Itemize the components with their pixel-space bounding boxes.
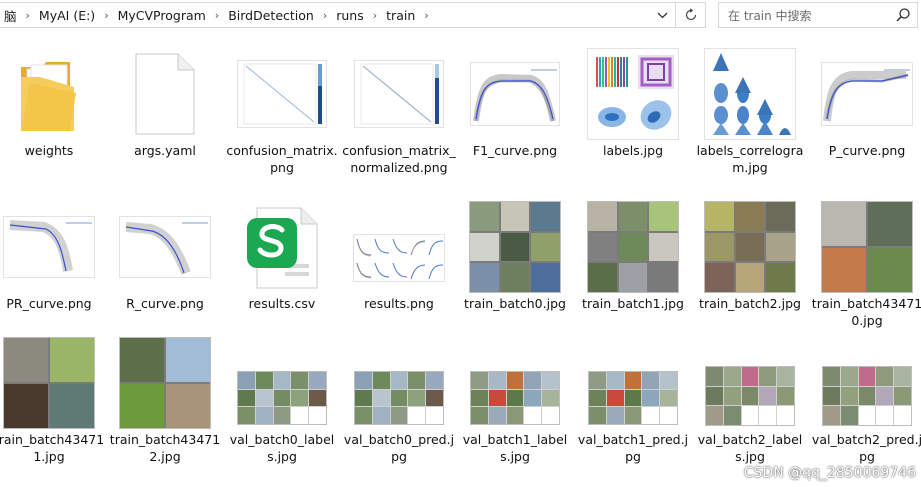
breadcrumb-separator-icon[interactable]: ›	[210, 9, 224, 22]
train-batch434711-thumbnail	[0, 335, 106, 431]
train-batch434712-thumbnail	[108, 335, 222, 431]
breadcrumb-separator-icon[interactable]: ›	[419, 9, 433, 22]
chevron-down-icon	[657, 12, 667, 18]
breadcrumb-runs[interactable]: runs	[332, 8, 368, 23]
val-batch1-pred-thumbnail	[576, 335, 690, 431]
file-name: F1_curve.png	[472, 143, 558, 158]
val-batch2-labels-thumbnail	[693, 335, 807, 431]
file-name: val_batch2_pred.jpg	[811, 432, 921, 464]
labels-thumbnail	[576, 46, 690, 142]
file-name: P_curve.png	[828, 143, 906, 158]
breadcrumb-birddetection[interactable]: BirdDetection	[224, 8, 318, 23]
breadcrumb-separator-icon[interactable]: ›	[21, 9, 35, 22]
search-box[interactable]: 在 train 中搜索	[718, 2, 918, 28]
file-name: args.yaml	[134, 143, 196, 158]
p-curve-thumbnail	[810, 46, 921, 142]
folder-icon	[0, 46, 106, 142]
file-name: train_batch1.jpg	[582, 296, 684, 311]
breadcrumb-separator-icon[interactable]: ›	[318, 9, 332, 22]
train-batch1-thumbnail	[576, 199, 690, 295]
train-batch434710-thumbnail	[810, 199, 921, 295]
f1-curve-thumbnail	[458, 46, 572, 142]
file-name: val_batch0_labels.jpg	[229, 432, 335, 464]
train-batch2-thumbnail	[693, 199, 807, 295]
file-name: train_batch0.jpg	[464, 296, 566, 311]
refresh-button[interactable]	[676, 2, 706, 28]
address-bar[interactable]: 脑 › MyAI (E:) › MyCVProgram › BirdDetect…	[0, 2, 676, 28]
file-name: labels_correlogram.jpg	[696, 143, 804, 175]
file-name: val_batch1_pred.jpg	[577, 432, 689, 464]
file-name: train_batch434712.jpg	[109, 432, 221, 464]
breadcrumb-separator-icon[interactable]: ›	[99, 9, 113, 22]
breadcrumb-mycvprogram[interactable]: MyCVProgram	[114, 8, 210, 23]
file-name: confusion_matrix_normalized.png	[342, 143, 456, 175]
address-toolbar: 脑 › MyAI (E:) › MyCVProgram › BirdDetect…	[0, 0, 921, 33]
file-name: val_batch1_labels.jpg	[462, 432, 568, 464]
address-history-dropdown[interactable]	[649, 3, 675, 27]
file-name: results.png	[364, 296, 434, 311]
search-icon[interactable]	[895, 7, 911, 23]
labels-correlogram-thumbnail	[693, 46, 807, 142]
results-thumbnail	[342, 199, 456, 295]
breadcrumb-root[interactable]: 脑	[0, 6, 21, 25]
confusion-matrix-normalized-thumbnail	[342, 46, 456, 142]
file-name: results.csv	[248, 296, 316, 311]
file-name: train_batch2.jpg	[699, 296, 801, 311]
blank-document-icon	[108, 46, 222, 142]
r-curve-thumbnail	[108, 199, 222, 295]
pr-curve-thumbnail	[0, 199, 106, 295]
file-name: weights	[24, 143, 74, 158]
val-batch0-labels-thumbnail	[225, 335, 339, 431]
file-name: train_batch434710.jpg	[811, 296, 921, 328]
refresh-icon	[685, 8, 696, 21]
file-name: val_batch2_labels.jpg	[697, 432, 803, 464]
file-name: val_batch0_pred.jpg	[343, 432, 455, 464]
val-batch1-labels-thumbnail	[458, 335, 572, 431]
val-batch2-pred-thumbnail	[810, 335, 921, 431]
breadcrumb-separator-icon[interactable]: ›	[368, 9, 382, 22]
train-batch0-thumbnail	[458, 199, 572, 295]
search-placeholder[interactable]: 在 train 中搜索	[728, 7, 812, 24]
confusion-matrix-thumbnail	[225, 46, 339, 142]
file-name: labels.jpg	[602, 143, 664, 158]
file-name: confusion_matrix.png	[226, 143, 338, 175]
breadcrumb-drive[interactable]: MyAI (E:)	[35, 8, 99, 23]
val-batch0-pred-thumbnail	[342, 335, 456, 431]
spreadsheet-csv-icon	[225, 199, 339, 295]
file-name: train_batch434711.jpg	[0, 432, 105, 464]
file-name: R_curve.png	[126, 296, 204, 311]
watermark: CSDN @qq_2850069746	[743, 465, 916, 481]
file-name: PR_curve.png	[6, 296, 92, 311]
breadcrumb-train[interactable]: train	[382, 8, 419, 23]
